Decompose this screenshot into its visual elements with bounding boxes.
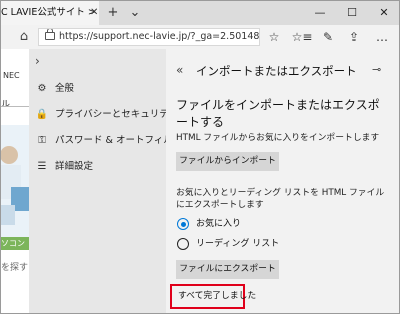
import-description: HTML ファイルからお気に入りをインポートします [176, 133, 380, 143]
gear-icon: ⚙ [37, 83, 47, 94]
favorite-star-icon[interactable]: ☆ [263, 25, 285, 49]
page-photo [1, 125, 29, 305]
menu-item-general[interactable]: ⚙ 全般 [29, 79, 166, 99]
completion-highlight: すべて完了しました [170, 284, 256, 309]
share-icon[interactable]: ⇪ [343, 25, 365, 49]
radio-reading-list[interactable]: リーディング リスト [176, 236, 376, 252]
menu-item-advanced[interactable]: ☰ 詳細設定 [29, 157, 166, 177]
browser-tab[interactable]: C LAVIE公式サイト > ! ✕ [1, 1, 99, 25]
radio-label: お気に入り [196, 219, 242, 229]
menu-item-label: 全般 [55, 83, 75, 94]
export-description: お気に入りとリーディング リストを HTML ファイルにエクスポートします [176, 188, 385, 210]
radio-unselected-icon [177, 238, 189, 250]
menu-item-label: パスワード & オートフィル [55, 135, 173, 146]
export-to-file-button[interactable]: ファイルにエクスポート [176, 260, 279, 279]
menu-item-passwords[interactable]: ⚿ パスワード & オートフィル [29, 131, 173, 151]
browser-window: C LAVIE公式サイト > ! ✕ + ⌄ — ☐ ✕ ⌂ https://s… [0, 0, 400, 314]
pin-icon[interactable]: ⊸ [372, 63, 381, 76]
section-heading: ファイルをインポートまたはエクスポートする [176, 98, 380, 129]
lock-icon [45, 29, 55, 40]
radio-favorites[interactable]: お気に入り [176, 216, 376, 232]
notes-pen-icon[interactable]: ✎ [317, 25, 339, 49]
radio-selected-icon [177, 218, 189, 230]
menu-item-privacy[interactable]: 🔒 プライバシーとセキュリティ [29, 105, 178, 125]
more-icon[interactable]: … [371, 25, 393, 49]
address-bar[interactable]: https://support.nec-lavie.jp/?_ga=2.5014… [38, 28, 260, 46]
page-logo-text: NEC [3, 71, 20, 80]
back-chevron-icon[interactable]: « [176, 63, 183, 77]
home-icon[interactable]: ⌂ [13, 25, 35, 49]
import-from-file-button[interactable]: ファイルからインポート [176, 152, 279, 171]
expand-chevron-icon[interactable]: › [35, 54, 40, 68]
page-text: ル [1, 100, 11, 110]
tab-title: C LAVIE公式サイト > ! [1, 7, 99, 18]
menu-item-label: プライバシーとセキュリティ [55, 109, 178, 120]
new-tab-button[interactable]: + [105, 1, 121, 25]
tab-bar: C LAVIE公式サイト > ! ✕ + ⌄ — ☐ ✕ [1, 1, 399, 25]
settings-menu: › ⚙ 全般 🔒 プライバシーとセキュリティ ⚿ パスワード & オートフィル … [29, 49, 178, 313]
lock-icon: 🔒 [35, 109, 49, 120]
sliders-icon: ☰ [37, 161, 47, 172]
page-green-banner[interactable]: ソコン [1, 237, 29, 250]
tab-close-icon[interactable]: ✕ [90, 1, 98, 25]
close-window-button[interactable]: ✕ [369, 1, 399, 25]
address-url: https://support.nec-lavie.jp/?_ga=2.5014… [59, 31, 260, 42]
menu-item-label: 詳細設定 [55, 161, 94, 172]
panel-title: インポートまたはエクスポート [196, 64, 357, 78]
divider [1, 106, 29, 107]
address-toolbar: ⌂ https://support.nec-lavie.jp/?_ga=2.50… [1, 25, 399, 49]
tab-list-chevron-icon[interactable]: ⌄ [127, 1, 143, 25]
minimize-button[interactable]: — [305, 1, 335, 25]
key-icon: ⚿ [38, 135, 46, 146]
page-text: を探す [1, 263, 29, 273]
completion-message: すべて完了しました [178, 291, 257, 301]
maximize-button[interactable]: ☐ [337, 1, 367, 25]
favorites-hub-icon[interactable]: ☆≡ [291, 25, 313, 49]
radio-label: リーディング リスト [196, 239, 280, 249]
import-export-panel: « インポートまたはエクスポート ⊸ ファイルをインポートまたはエクスポートする… [166, 49, 399, 313]
